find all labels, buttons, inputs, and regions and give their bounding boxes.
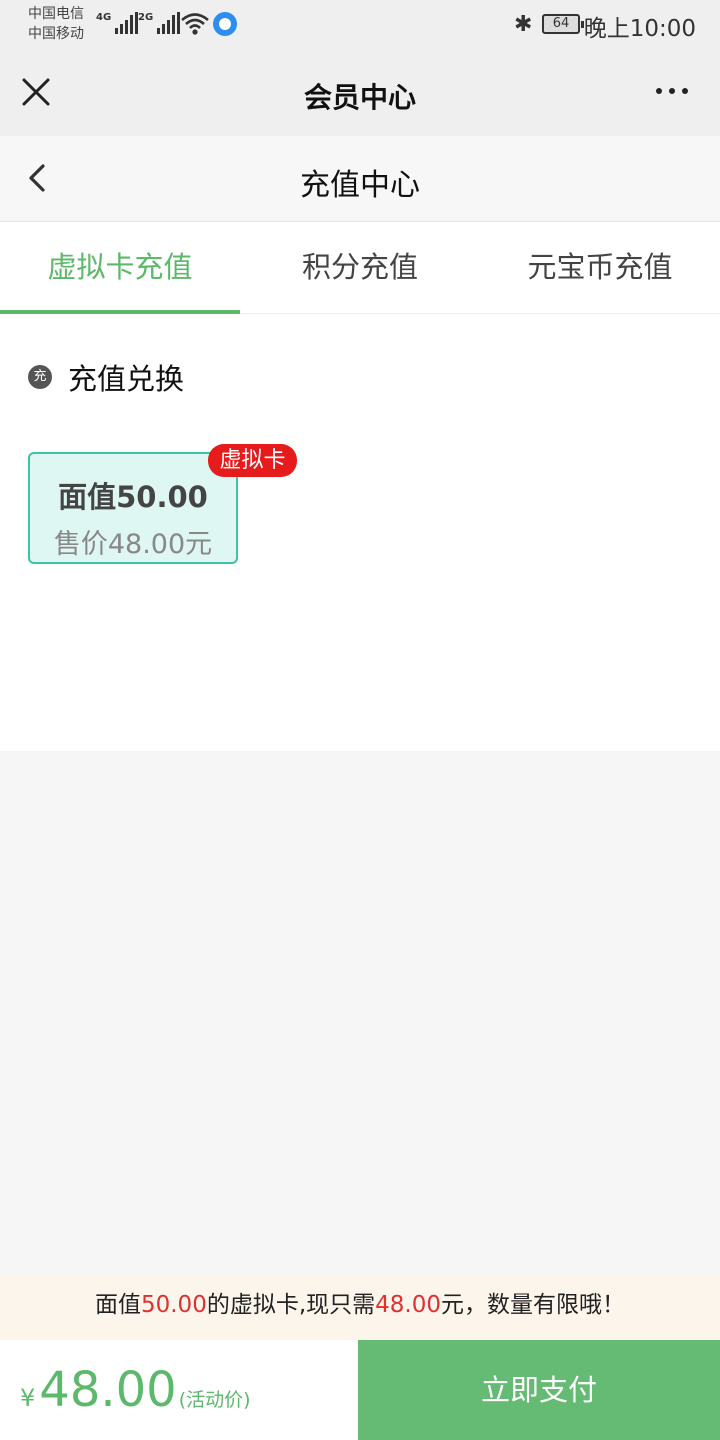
total-price: ¥ 48.00 (活动价) — [20, 1362, 251, 1418]
carrier-1: 中国电信 — [28, 6, 84, 22]
network-type-1: 4G — [96, 12, 112, 23]
more-icon[interactable] — [656, 88, 688, 94]
tab-yuanbao-recharge[interactable]: 元宝币充值 — [480, 222, 720, 313]
section-title: 充值兑换 — [68, 362, 185, 396]
pay-now-button[interactable]: 立即支付 — [358, 1340, 720, 1440]
tab-bar: 虚拟卡充值 积分充值 元宝币充值 — [0, 222, 720, 314]
promo-middle: 的虚拟卡,现只需 — [206, 1292, 376, 1318]
bluetooth-icon: ✱ — [514, 12, 533, 37]
recharge-icon: 充 — [28, 365, 52, 389]
status-bar: 中国电信 中国移动 4G 2G ✱ 64 晚上10:00 — [0, 0, 720, 50]
promo-face-value: 50.00 — [140, 1292, 207, 1318]
recharge-content: 充 充值兑换 面值50.00 售价48.00元 虚拟卡 — [0, 314, 720, 751]
battery-icon: 64 — [542, 14, 584, 34]
sub-nav-bar: 充值中心 — [0, 136, 720, 222]
top-nav-bar: 会员中心 — [0, 50, 720, 136]
checkout-bar: ¥ 48.00 (活动价) 立即支付 — [0, 1340, 720, 1440]
carrier-info: 中国电信 中国移动 — [28, 4, 84, 44]
card-sale-price: 售价48.00元 — [53, 529, 213, 560]
promo-suffix: 元，数量有限哦！ — [441, 1292, 626, 1318]
total-amount: 48.00 — [39, 1362, 177, 1418]
carrier-2: 中国移动 — [28, 26, 84, 42]
signal-icon-1: 4G — [96, 12, 139, 34]
status-time: 晚上10:00 — [583, 16, 696, 42]
tab-virtual-card-recharge[interactable]: 虚拟卡充值 — [0, 222, 240, 314]
promo-prefix: 面值 — [94, 1292, 141, 1318]
network-type-2: 2G — [138, 12, 154, 23]
page-title: 会员中心 — [303, 81, 416, 114]
sub-page-title: 充值中心 — [300, 168, 420, 203]
section-header: 充 充值兑换 — [28, 356, 184, 398]
card-face-value: 面值50.00 — [58, 480, 208, 514]
recharge-option-card[interactable]: 面值50.00 售价48.00元 — [28, 452, 238, 564]
tab-points-recharge[interactable]: 积分充值 — [240, 222, 480, 313]
virtual-card-badge: 虚拟卡 — [208, 444, 297, 477]
promo-notice: 面值50.00的虚拟卡,现只需48.00元，数量有限哦！ — [0, 1276, 720, 1340]
promo-price-tag: (活动价) — [178, 1389, 251, 1411]
app-notification-icon — [213, 12, 237, 36]
promo-price: 48.00 — [375, 1292, 442, 1318]
signal-icon-2: 2G — [138, 12, 181, 34]
wifi-icon — [181, 13, 209, 35]
currency-symbol: ¥ — [20, 1384, 36, 1412]
